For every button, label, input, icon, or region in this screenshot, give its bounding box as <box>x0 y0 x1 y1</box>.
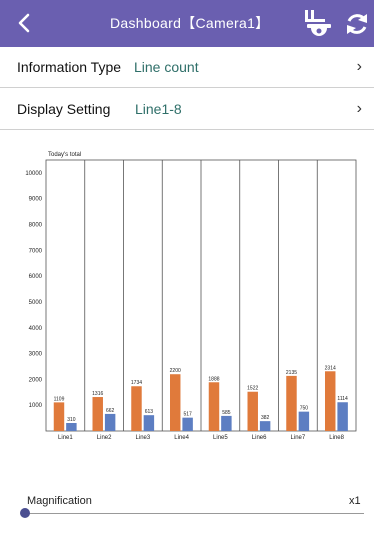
bar-line4-s1 <box>170 374 181 431</box>
data-label: 662 <box>106 408 115 414</box>
data-label: 750 <box>300 406 309 412</box>
y-tick-label: 3000 <box>29 352 43 358</box>
camera-icon[interactable] <box>303 8 335 40</box>
y-tick-label: 9000 <box>29 197 43 203</box>
data-label: 2314 <box>325 365 336 371</box>
data-label: 1316 <box>92 391 103 397</box>
data-label: 310 <box>67 417 76 423</box>
y-tick-label: 7000 <box>29 248 43 254</box>
page-title: Dashboard【Camera1】 <box>110 15 270 31</box>
display-setting-label: Display Setting <box>17 101 111 117</box>
y-tick-label: 1000 <box>29 403 43 409</box>
bar-line1-s2 <box>66 422 77 431</box>
bar-line7-s1 <box>286 375 297 431</box>
magnification-slider-thumb[interactable] <box>20 508 30 518</box>
data-label: 1109 <box>54 396 65 402</box>
y-tick-label: 2000 <box>29 377 43 383</box>
data-label: 1888 <box>208 376 219 382</box>
display-setting-row[interactable]: Display Setting Line1-8 › <box>0 89 374 130</box>
chevron-right-icon: › <box>356 58 362 75</box>
x-tick-label: Line4 <box>174 435 189 441</box>
data-label: 1114 <box>337 396 348 402</box>
back-button[interactable] <box>12 10 36 36</box>
bar-line5-s2 <box>221 415 232 431</box>
data-label: 613 <box>145 409 154 415</box>
x-tick-label: Line3 <box>136 435 151 441</box>
bar-line2-s1 <box>92 397 103 431</box>
information-type-value: Line count <box>134 59 199 75</box>
magnification-label: Magnification <box>27 495 92 507</box>
x-tick-label: Line6 <box>252 435 267 441</box>
back-chevron-icon <box>18 13 30 33</box>
bar-line8-s2 <box>337 402 348 431</box>
y-tick-label: 4000 <box>29 326 43 332</box>
app-header: Dashboard【Camera1】 <box>0 0 374 47</box>
x-tick-label: Line7 <box>291 435 306 441</box>
data-label: 517 <box>183 412 192 418</box>
data-label: 1522 <box>247 386 258 392</box>
bar-line3-s1 <box>131 386 142 431</box>
x-tick-label: Line5 <box>213 435 228 441</box>
magnification-slider[interactable] <box>25 513 364 514</box>
y-tick-label: 8000 <box>29 223 43 229</box>
x-tick-label: Line8 <box>329 435 344 441</box>
bar-line7-s2 <box>298 411 310 431</box>
bar-line1-s1 <box>53 402 65 431</box>
display-setting-value: Line1-8 <box>135 101 182 117</box>
chart-title: Today's total <box>48 152 81 158</box>
data-label: 585 <box>222 410 231 416</box>
bar-line8-s1 <box>325 371 336 431</box>
bar-line6-s2 <box>259 421 271 431</box>
y-tick-label: 6000 <box>29 274 43 280</box>
magnification-value: x1 <box>349 495 361 507</box>
bar-line3-s2 <box>143 415 155 431</box>
data-label: 1734 <box>131 380 142 386</box>
line-count-chart: Today's total 1000 2000 3000 4000 5000 6000 700… <box>25 152 357 441</box>
information-type-label: Information Type <box>17 59 122 75</box>
data-label: 2200 <box>170 368 181 374</box>
chevron-right-icon: › <box>356 100 362 117</box>
y-tick-label: 10000 <box>25 171 42 177</box>
data-label: 2135 <box>286 370 297 376</box>
bar-line6-s1 <box>247 391 258 431</box>
y-tick-label: 5000 <box>29 300 43 306</box>
bar-line4-s2 <box>182 417 193 431</box>
refresh-icon[interactable] <box>344 11 370 37</box>
bar-line5-s1 <box>208 382 220 431</box>
data-label: 382 <box>261 415 270 421</box>
x-tick-label: Line1 <box>58 435 73 441</box>
x-tick-label: Line2 <box>97 435 112 441</box>
information-type-row[interactable]: Information Type Line count › <box>0 47 374 88</box>
bar-line2-s2 <box>104 413 116 431</box>
